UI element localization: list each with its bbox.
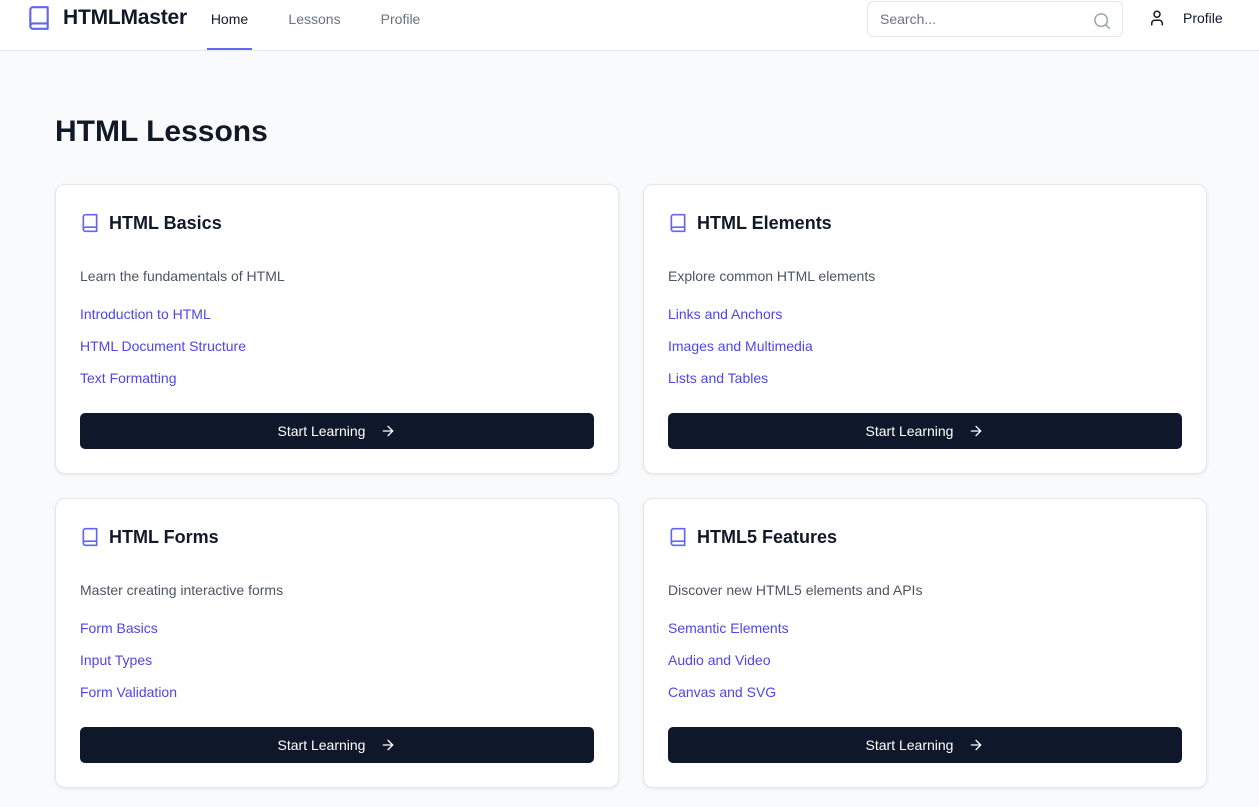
lesson-link[interactable]: Semantic Elements	[668, 619, 789, 637]
lesson-link[interactable]: Text Formatting	[80, 369, 176, 387]
card-description: Learn the fundamentals of HTML	[80, 268, 285, 284]
card-header: HTML Elements	[668, 212, 832, 234]
start-learning-label: Start Learning	[277, 423, 366, 439]
top-navbar: HTMLMaster Home Lessons Profile Profile	[0, 0, 1259, 51]
search-input[interactable]	[880, 2, 1080, 36]
lesson-link[interactable]: HTML Document Structure	[80, 337, 246, 355]
book-icon	[82, 527, 98, 547]
book-icon	[29, 6, 49, 30]
user-icon	[1151, 10, 1163, 26]
card-description: Discover new HTML5 elements and APIs	[668, 582, 923, 598]
lesson-link[interactable]: Canvas and SVG	[668, 683, 776, 701]
card-title: HTML Elements	[697, 213, 832, 233]
book-icon	[82, 213, 98, 233]
search-box	[867, 1, 1123, 37]
lesson-link[interactable]: Lists and Tables	[668, 369, 768, 387]
card-header: HTML Forms	[80, 526, 219, 548]
arrow-right-icon	[383, 739, 394, 751]
lesson-link[interactable]: Form Basics	[80, 619, 158, 637]
card-title: HTML Forms	[109, 527, 219, 547]
arrow-right-icon	[971, 425, 982, 437]
lesson-link[interactable]: Form Validation	[80, 683, 177, 701]
lesson-link[interactable]: Links and Anchors	[668, 305, 782, 323]
profile-button[interactable]: Profile	[1148, 0, 1223, 36]
card-title: HTML5 Features	[697, 527, 838, 547]
book-icon	[670, 527, 686, 547]
start-learning-button[interactable]: Start Learning	[80, 727, 594, 763]
card-description: Explore common HTML elements	[668, 268, 876, 284]
lesson-card-html-elements: HTML Elements Explore common HTML elemen…	[643, 184, 1207, 474]
card-header: HTML Basics	[80, 212, 222, 234]
lesson-card-html-forms: HTML Forms Master creating interactive f…	[55, 498, 619, 788]
profile-label: Profile	[1183, 10, 1223, 26]
brand-name: HTMLMaster	[63, 6, 188, 29]
nav-link-lessons[interactable]: Lessons	[284, 0, 345, 51]
arrow-right-icon	[971, 739, 982, 751]
brand[interactable]: HTMLMaster	[26, 3, 187, 33]
start-learning-button[interactable]: Start Learning	[668, 413, 1182, 449]
nav-link-home[interactable]: Home	[207, 0, 252, 50]
lesson-link[interactable]: Introduction to HTML	[80, 305, 211, 323]
card-description: Master creating interactive forms	[80, 582, 284, 598]
card-header: HTML5 Features	[668, 526, 837, 548]
start-learning-label: Start Learning	[865, 737, 954, 753]
start-learning-button[interactable]: Start Learning	[668, 727, 1182, 763]
lesson-link[interactable]: Images and Multimedia	[668, 337, 813, 355]
search-icon[interactable]	[1092, 11, 1112, 31]
lesson-link[interactable]: Audio and Video	[668, 651, 771, 669]
lesson-card-html-basics: HTML Basics Learn the fundamentals of HT…	[55, 184, 619, 474]
start-learning-button[interactable]: Start Learning	[80, 413, 594, 449]
start-learning-label: Start Learning	[277, 737, 366, 753]
card-title: HTML Basics	[109, 213, 222, 233]
page-title: HTML Lessons	[55, 115, 268, 148]
lesson-card-html5-features: HTML5 Features Discover new HTML5 elemen…	[643, 498, 1207, 788]
start-learning-label: Start Learning	[865, 423, 954, 439]
nav-link-profile[interactable]: Profile	[376, 0, 425, 51]
book-icon	[670, 213, 686, 233]
arrow-right-icon	[383, 425, 394, 437]
lesson-link[interactable]: Input Types	[80, 651, 152, 669]
